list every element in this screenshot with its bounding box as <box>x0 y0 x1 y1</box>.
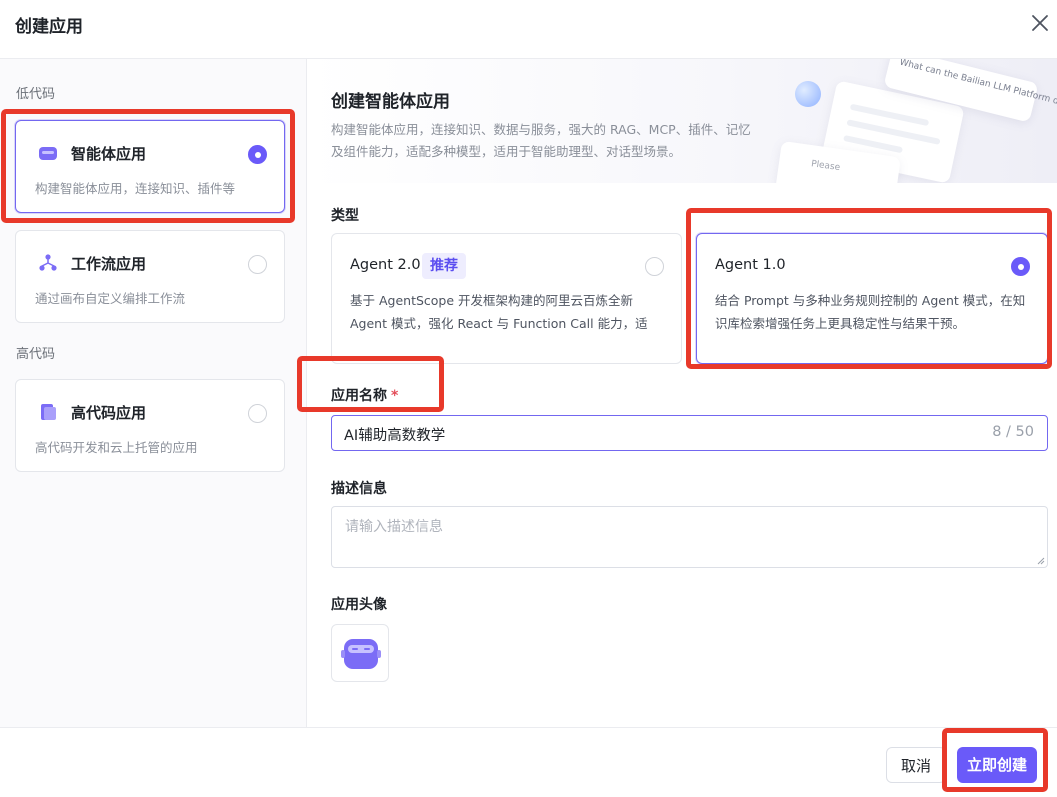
app-card-workflow-radio[interactable] <box>248 255 267 274</box>
decorative-orb-icon <box>795 81 821 107</box>
required-mark: * <box>391 388 399 404</box>
intro-banner: 创建智能体应用 构建智能体应用，连接知识、数据与服务，强大的 RAG、MCP、插… <box>308 59 1057 183</box>
app-card-agent-radio[interactable] <box>248 145 267 164</box>
type-label: 类型 <box>331 208 359 224</box>
type-card-agent-2-radio[interactable] <box>645 257 664 276</box>
app-card-workflow[interactable]: 工作流应用 通过画布自定义编排工作流 <box>15 230 285 323</box>
type-card-agent-2[interactable]: Agent 2.0 推荐 基于 AgentScope 开发框架构建的阿里云百炼全… <box>331 233 682 364</box>
app-name-label-text: 应用名称 <box>331 388 387 404</box>
agent-app-icon <box>39 147 57 160</box>
create-app-dialog: 创建应用 低代码 智能体应用 构建智能体应用，连接知识、插件等 工作流应用 通过… <box>0 0 1057 797</box>
type-card-agent-1-desc: 结合 Prompt 与多种业务规则控制的 Agent 模式，在知识库检索增强任务… <box>715 293 1026 331</box>
high-code-app-icon <box>41 404 56 420</box>
app-card-workflow-name: 工作流应用 <box>71 255 147 273</box>
app-name-value: AI辅助高数教学 <box>344 428 446 444</box>
cancel-button[interactable]: 取消 <box>886 747 946 783</box>
avatar-label: 应用头像 <box>331 597 387 613</box>
robot-avatar-icon <box>341 639 381 669</box>
group-label-high-code: 高代码 <box>16 347 56 362</box>
app-card-high-code[interactable]: 高代码应用 高代码开发和云上托管的应用 <box>15 379 285 472</box>
app-card-workflow-desc: 通过画布自定义编排工作流 <box>35 291 186 306</box>
app-card-agent-desc: 构建智能体应用，连接知识、插件等 <box>35 181 236 196</box>
description-textarea[interactable]: 请输入描述信息 <box>331 506 1048 568</box>
type-card-agent-1-radio[interactable] <box>1011 257 1030 276</box>
app-card-agent-name: 智能体应用 <box>71 145 147 163</box>
app-name-input[interactable]: AI辅助高数教学 8 / 50 <box>331 415 1048 451</box>
description-label: 描述信息 <box>331 481 387 497</box>
resize-grip-icon[interactable] <box>1035 555 1045 565</box>
main-panel: 创建智能体应用 构建智能体应用，连接知识、数据与服务，强大的 RAG、MCP、插… <box>308 59 1057 727</box>
footer-divider <box>0 727 1057 728</box>
recommend-badge: 推荐 <box>422 253 466 279</box>
dialog-title: 创建应用 <box>15 17 83 37</box>
type-card-agent-1[interactable]: Agent 1.0 结合 Prompt 与多种业务规则控制的 Agent 模式，… <box>696 233 1048 364</box>
workflow-icon <box>39 254 57 271</box>
app-name-char-count: 8 / 50 <box>992 424 1034 440</box>
type-card-agent-2-desc: 基于 AgentScope 开发框架构建的阿里云百炼全新 Agent 模式，强化… <box>350 293 648 331</box>
description-placeholder: 请输入描述信息 <box>345 519 443 535</box>
group-label-low-code: 低代码 <box>16 87 56 102</box>
type-card-agent-2-name: Agent 2.0 <box>350 257 421 273</box>
banner-desc: 构建智能体应用，连接知识、数据与服务，强大的 RAG、MCP、插件、记忆及组件能… <box>331 122 751 159</box>
banner-title: 创建智能体应用 <box>331 92 450 112</box>
app-card-high-code-desc: 高代码开发和云上托管的应用 <box>35 440 198 455</box>
decorative-input-placeholder: Please <box>810 159 841 174</box>
close-icon[interactable] <box>1029 12 1051 34</box>
app-card-high-code-radio[interactable] <box>248 404 267 423</box>
app-card-agent[interactable]: 智能体应用 构建智能体应用，连接知识、插件等 <box>15 120 285 213</box>
dialog-header: 创建应用 <box>0 0 1057 48</box>
app-name-label: 应用名称 * <box>331 385 398 405</box>
app-avatar-picker[interactable] <box>331 624 389 682</box>
create-now-button[interactable]: 立即创建 <box>957 747 1037 783</box>
app-card-high-code-name: 高代码应用 <box>71 404 147 422</box>
app-type-sidebar: 低代码 智能体应用 构建智能体应用，连接知识、插件等 工作流应用 通过画布自定义… <box>0 59 307 727</box>
type-card-agent-1-name: Agent 1.0 <box>715 257 786 273</box>
